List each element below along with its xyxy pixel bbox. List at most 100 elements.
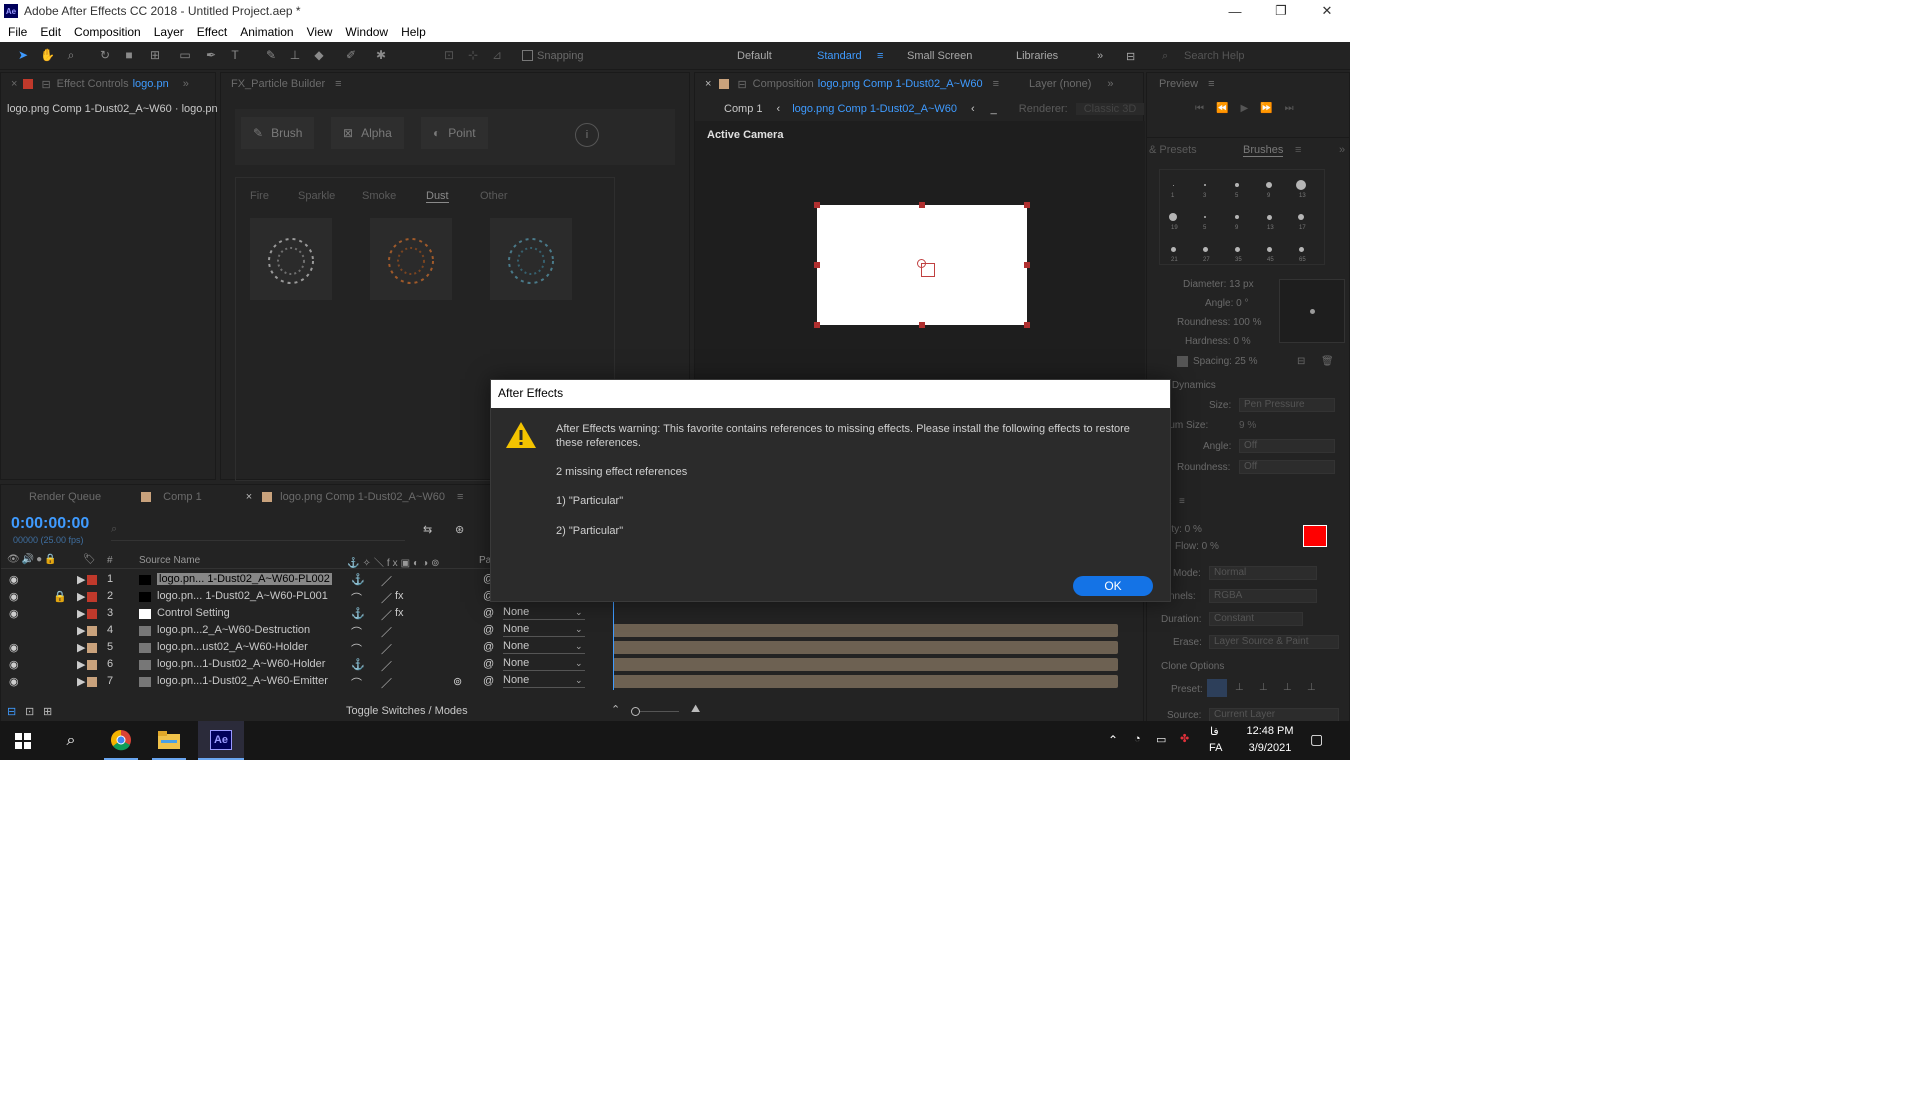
expand-arrow-icon[interactable]: ▶	[77, 573, 85, 586]
effect-switch-icon[interactable]: fx	[395, 607, 404, 619]
clone-preset-2-icon[interactable]: ⊥	[1235, 682, 1244, 693]
menu-edit[interactable]: Edit	[40, 25, 61, 39]
toggle-transfer-icon[interactable]: ⊡	[25, 705, 34, 718]
menu-composition[interactable]: Composition	[74, 25, 141, 39]
chevron-down-icon[interactable]: ⌄	[575, 641, 583, 652]
brush-tip[interactable]	[1266, 182, 1272, 188]
delete-brush-icon[interactable]: 🗑	[1321, 356, 1334, 367]
pan-behind-tool-icon[interactable]: ⊞	[148, 48, 162, 62]
panel-menu-icon[interactable]: ≡	[1295, 144, 1301, 156]
spacing-checkbox[interactable]	[1177, 356, 1188, 367]
quality-switch-icon[interactable]: ／	[381, 573, 392, 589]
rectangle-tool-icon[interactable]: ▭	[178, 48, 192, 62]
roto-brush-tool-icon[interactable]: ✐	[344, 48, 358, 62]
source-name-header[interactable]: Source Name	[139, 555, 200, 566]
layer-name[interactable]: logo.pn... 1-Dust02_A~W60-PL001	[157, 590, 328, 602]
alpha-button[interactable]: ⊠ Alpha	[331, 117, 404, 149]
roundness-label[interactable]: Roundness: 100 %	[1177, 317, 1262, 328]
pen-tool-icon[interactable]: ✒	[204, 48, 218, 62]
preset-thumbnail-dust-orange[interactable]	[370, 218, 452, 300]
particle-builder-tab[interactable]: FX_Particle Builder	[231, 78, 325, 90]
clock-time[interactable]: 12:48 PM	[1246, 725, 1294, 737]
panel-menu-icon[interactable]: ≡	[1179, 496, 1185, 507]
chevron-down-icon[interactable]: ⌄	[575, 675, 583, 686]
layer-name[interactable]: logo.pn...1-Dust02_A~W60-Holder	[157, 658, 325, 670]
eye-icon[interactable]: ◉	[9, 607, 19, 620]
type-tool-icon[interactable]: T	[228, 48, 242, 62]
eye-icon[interactable]: ◉	[9, 641, 19, 654]
zoom-slider-handle[interactable]	[631, 707, 640, 716]
spacing-label[interactable]: Spacing: 25 %	[1193, 356, 1258, 367]
lock-icon[interactable]: ⊟	[41, 78, 50, 91]
panel-menu-icon[interactable]: ≡	[457, 491, 463, 503]
parent-select[interactable]: None	[503, 606, 585, 620]
category-fire[interactable]: Fire	[250, 190, 269, 202]
brush-button[interactable]: ✎ Brush	[241, 117, 315, 149]
category-smoke[interactable]: Smoke	[362, 190, 396, 202]
eye-icon[interactable]: ◉	[9, 590, 19, 603]
label-color-swatch[interactable]	[87, 660, 97, 670]
expand-arrow-icon[interactable]: ▶	[77, 658, 85, 671]
renderer-select[interactable]: Classic 3D	[1075, 103, 1145, 115]
eye-icon[interactable]: ◉	[9, 573, 19, 586]
info-icon[interactable]: i	[575, 123, 599, 147]
point-button[interactable]: ◐ Point	[421, 117, 488, 149]
effect-controls-tab[interactable]: Effect Controls	[57, 78, 129, 90]
parent-select[interactable]: None	[503, 640, 585, 654]
close-tab-icon[interactable]: ×	[246, 491, 252, 503]
panel-menu-icon[interactable]: ≡	[1208, 78, 1214, 90]
breadcrumb-comp1[interactable]: Comp 1	[724, 103, 763, 115]
network-icon[interactable]: ◔	[1134, 733, 1141, 745]
expand-arrow-icon[interactable]: ▶	[77, 675, 85, 688]
quality-switch-icon[interactable]: ／	[381, 641, 392, 657]
parent-select[interactable]: None	[503, 674, 585, 688]
shy-switch-icon[interactable]: ⚓	[351, 607, 365, 620]
label-color-swatch[interactable]	[87, 677, 97, 687]
chrome-icon[interactable]	[104, 721, 138, 760]
quality-switch-icon[interactable]: ／	[381, 607, 392, 623]
eye-icon[interactable]: ◉	[9, 658, 19, 671]
layer-name[interactable]: logo.pn...2_A~W60-Destruction	[157, 624, 310, 636]
angle-label[interactable]: Angle: 0 °	[1205, 298, 1248, 309]
parent-pickwhip-icon[interactable]: @	[483, 607, 494, 619]
language-indicator[interactable]: FA	[1209, 742, 1222, 754]
windows-start-icon[interactable]	[8, 721, 38, 760]
show-hidden-icons-icon[interactable]: ⌃	[1108, 733, 1118, 747]
workspace-small-screen[interactable]: Small Screen	[907, 50, 972, 62]
clone-preset-5-icon[interactable]: ⊥	[1307, 682, 1316, 693]
transform-handle[interactable]	[814, 262, 820, 268]
toggle-switches-modes-button[interactable]: Toggle Switches / Modes	[346, 705, 468, 717]
restore-icon[interactable]: ❐	[1258, 0, 1304, 22]
label-color-swatch[interactable]	[87, 626, 97, 636]
workspace-libraries[interactable]: Libraries	[1016, 50, 1058, 62]
clone-preset-1-icon[interactable]	[1207, 679, 1227, 697]
parent-pickwhip-icon[interactable]: @	[483, 641, 494, 653]
label-color-swatch[interactable]	[87, 609, 97, 619]
search-help-input[interactable]: Search Help	[1184, 50, 1245, 62]
close-icon[interactable]: ✕	[1304, 0, 1350, 22]
brush-tip[interactable]	[1170, 246, 1176, 252]
menu-animation[interactable]: Animation	[240, 25, 293, 39]
chevron-left-icon[interactable]: ‹	[971, 103, 975, 115]
category-other[interactable]: Other	[480, 190, 508, 202]
transform-handle[interactable]	[814, 322, 820, 328]
mode-select[interactable]: Normal	[1209, 566, 1317, 580]
effect-switch-icon[interactable]: fx	[395, 590, 404, 602]
zoom-out-icon[interactable]: ⌃	[611, 703, 620, 716]
zoom-tool-icon[interactable]: ⌕	[64, 48, 78, 62]
axis-local-icon[interactable]: ⊡	[442, 48, 456, 62]
brush-tip[interactable]	[1298, 214, 1304, 220]
hardness-label[interactable]: Hardness: 0 %	[1185, 336, 1251, 347]
shy-switch-icon[interactable]: ⌒	[351, 675, 362, 691]
transform-handle[interactable]	[919, 322, 925, 328]
brush-tip[interactable]	[1234, 246, 1240, 252]
expand-arrow-icon[interactable]: ▶	[77, 624, 85, 637]
breadcrumb-current-comp[interactable]: logo.png Comp 1-Dust02_A~W60	[792, 103, 957, 115]
render-queue-tab[interactable]: Render Queue	[29, 491, 101, 503]
toggle-expand-icon[interactable]: ⊟	[7, 705, 16, 718]
brush-tip[interactable]	[1204, 216, 1206, 218]
expand-arrow-icon[interactable]: ▶	[77, 641, 85, 654]
channels-select[interactable]: RGBA	[1209, 589, 1317, 603]
layer-name[interactable]: Control Setting	[157, 607, 230, 619]
label-color-swatch[interactable]	[87, 575, 97, 585]
